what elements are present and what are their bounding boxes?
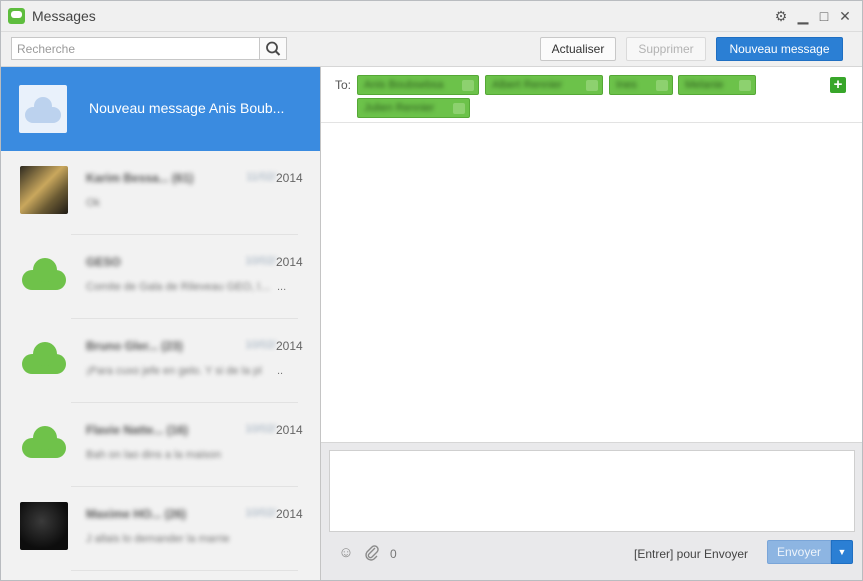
message-pane: To: Anis Boubsebsa Albert Rennier Ines M… [321,67,862,580]
recipient-chip[interactable]: Melanie [678,75,756,95]
recipient-name: Melanie [685,79,724,91]
contact-name: GESO [86,255,121,269]
recipient-name: Albert Rennier [492,79,563,91]
messages-app-icon [8,8,25,24]
conversation-item[interactable]: Maxime HO... (26) 10/02/ 2014 J allais l… [1,487,320,571]
close-icon[interactable]: ✕ [836,7,854,25]
messages-window: Messages ⚙ ▁ □ ✕ Actualiser Supprimer No… [0,0,863,581]
preview-ellipsis: .. [277,365,284,377]
message-preview: ¡Para cuxo jefe en gelo. Y si de la pl [86,365,262,377]
emoji-icon[interactable]: ☺ [337,544,355,562]
send-hint: [Entrer] pour Envoyer [634,547,749,561]
avatar [19,85,67,133]
recipient-name: Anis Boubsebsa [364,79,444,91]
attachment-icon[interactable] [363,544,381,562]
conversation-item[interactable]: GESO 10/02/ 2014 Comite de Gala de Rilev… [1,235,320,319]
message-input[interactable] [330,451,854,531]
to-label: To: [335,78,352,92]
conversation-item[interactable]: Flavie Natte... (16) 10/02/ 2014 Bah on … [1,403,320,487]
toolbar: Actualiser Supprimer Nouveau message [1,32,862,67]
contact-name: Maxime HO... (26) [86,507,187,521]
remove-recipient-icon[interactable] [453,103,465,114]
contact-name: Bruno Gler... (23) [86,339,183,353]
divider [71,570,298,571]
search-input[interactable] [12,38,259,59]
refresh-button[interactable]: Actualiser [540,37,616,61]
date-prefix: 10/02/ [245,255,276,267]
conversation-title: Nouveau message Anis Boub... [89,100,285,116]
remove-recipient-icon[interactable] [462,80,474,91]
contact-name: Karim Bessa... (61) [86,171,194,185]
send-options-dropdown[interactable]: ▼ [831,540,853,564]
date-prefix: 10/02/ [245,339,276,351]
cloud-avatar-icon [20,418,68,466]
window-title: Messages [32,8,96,24]
recipient-chip[interactable]: Julien Rennier [357,98,470,118]
recipients-bar: To: Anis Boubsebsa Albert Rennier Ines M… [321,67,862,123]
message-preview: Bah on lao dins a la maison [86,449,222,461]
contact-name: Flavie Natte... (16) [86,423,189,437]
chevron-down-icon: ▼ [837,547,847,557]
date-year: 2014 [276,171,303,185]
preview-ellipsis: ... [277,281,287,293]
conversation-list: Nouveau message Anis Boub... Karim Bessa… [1,67,321,580]
date-year: 2014 [276,339,303,353]
conversation-item-new[interactable]: Nouveau message Anis Boub... [1,67,320,151]
search-button[interactable] [259,38,286,59]
recipient-name: Julien Rennier [364,102,435,114]
date-prefix: 10/02/ [245,507,276,519]
compose-area: ☺ 0 [Entrer] pour Envoyer Envoyer ▼ [321,442,862,580]
date-year: 2014 [276,507,303,521]
settings-gear-icon[interactable]: ⚙ [772,7,790,25]
date-prefix: 10/02/ [245,423,276,435]
avatar [20,166,68,214]
title-bar: Messages ⚙ ▁ □ ✕ [1,1,862,32]
recipient-chip[interactable]: Ines [609,75,673,95]
recipient-chip[interactable]: Anis Boubsebsa [357,75,479,95]
message-input-box [329,450,855,532]
message-preview: Ok [86,197,101,209]
minimize-icon[interactable]: ▁ [794,7,812,25]
message-preview: Comite de Gala de Rileveau GEO, le club [86,281,274,293]
search-box [11,37,287,60]
conversation-item[interactable]: Bruno Gler... (23) 10/02/ 2014 ¡Para cux… [1,319,320,403]
remove-recipient-icon[interactable] [739,80,751,91]
date-year: 2014 [276,255,303,269]
cloud-avatar-icon [20,334,68,382]
conversation-item[interactable]: Karim Bessa... (61) 11/02/ 2014 Ok [1,151,320,235]
date-prefix: 11/02/ [246,171,276,183]
remove-recipient-icon[interactable] [656,80,668,91]
recipient-chip[interactable]: Albert Rennier [485,75,603,95]
maximize-icon[interactable]: □ [815,7,833,25]
send-button[interactable]: Envoyer [767,540,831,564]
avatar [20,502,68,550]
add-recipient-button[interactable]: + [830,77,846,93]
paperclip-icon [365,545,379,561]
search-icon [266,41,281,56]
remove-recipient-icon[interactable] [586,80,598,91]
delete-button[interactable]: Supprimer [626,37,706,61]
message-preview: J allais lo demander la marrie [86,533,230,545]
new-message-button[interactable]: Nouveau message [716,37,843,61]
cloud-avatar-icon [20,250,68,298]
date-year: 2014 [276,423,303,437]
recipient-name: Ines [616,79,637,91]
attachment-count: 0 [390,547,397,561]
